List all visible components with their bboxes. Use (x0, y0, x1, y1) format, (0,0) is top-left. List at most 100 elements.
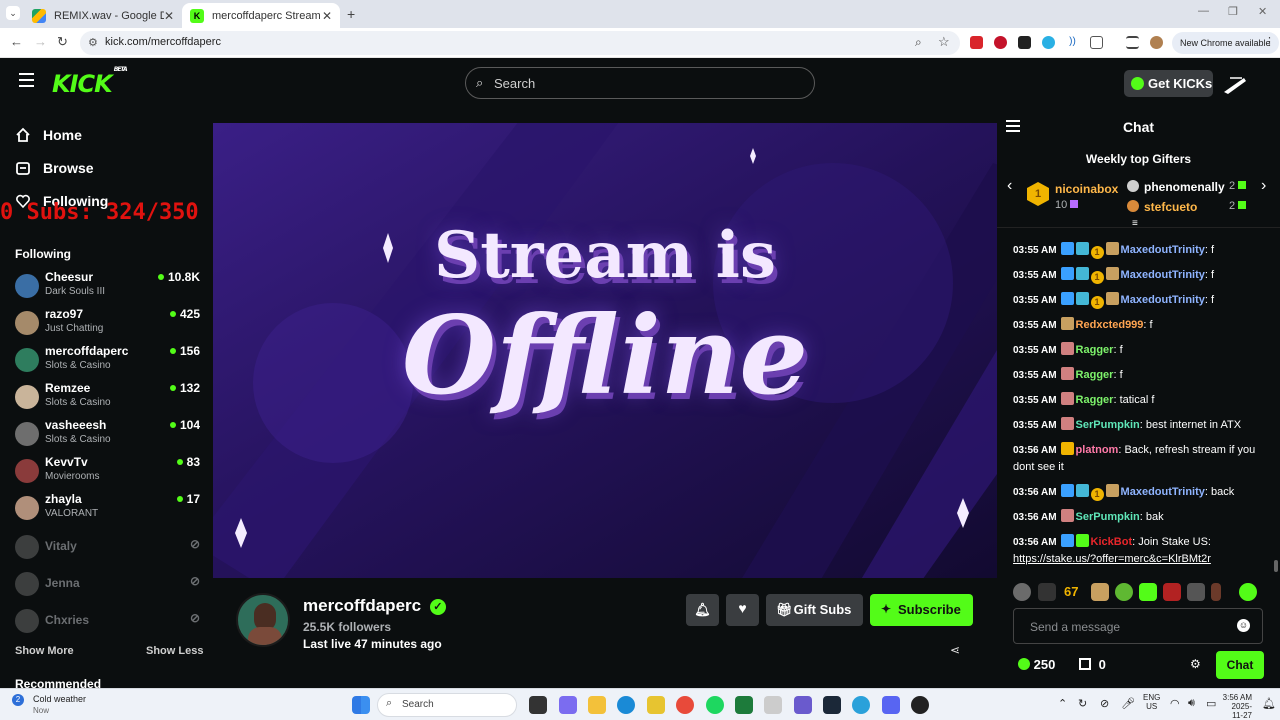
video-player[interactable]: Stream is Offline (213, 123, 997, 578)
extensions-puzzle-icon[interactable] (1090, 36, 1103, 49)
app-icon[interactable] (794, 696, 812, 714)
gifter-name[interactable]: stefcueto (1144, 200, 1197, 214)
discord-icon[interactable] (882, 696, 900, 714)
forward-icon[interactable]: → (34, 34, 47, 49)
taskbar-search[interactable]: ⌕ Search (377, 693, 517, 717)
show-less-button[interactable]: Show Less (146, 645, 203, 657)
tray-overflow-icon[interactable]: ⌃ (1058, 697, 1067, 710)
following-item[interactable]: KevvTv Movierooms 83 (15, 455, 200, 489)
bookmark-star-icon[interactable]: ☆ (938, 34, 950, 50)
reading-list-icon[interactable] (1126, 36, 1139, 49)
emote-icon[interactable] (1038, 583, 1056, 601)
send-chat-button[interactable]: Chat (1216, 651, 1264, 679)
tab-kick-stream[interactable]: K mercoffdaperc Stream - Watch ✕ (182, 3, 340, 28)
emote-icon[interactable] (1239, 583, 1257, 601)
battery-icon[interactable]: ▭ (1206, 697, 1216, 710)
follow-button[interactable]: ♥ (726, 594, 759, 626)
chevron-right-icon[interactable]: › (1261, 177, 1266, 195)
new-tab-icon[interactable]: + (347, 6, 355, 22)
chat-username[interactable]: KickBot (1091, 536, 1133, 548)
copilot-icon[interactable] (559, 696, 577, 714)
extension-icon[interactable] (1042, 36, 1055, 49)
emote-icon[interactable] (1211, 583, 1221, 601)
microphone-icon[interactable]: 🎤︎ (1121, 697, 1135, 710)
subscribe-button[interactable]: ✦ Subscribe (870, 594, 973, 626)
nav-home[interactable]: Home (15, 127, 82, 146)
extension-icon[interactable] (1018, 36, 1031, 49)
close-tab-icon[interactable]: ✕ (322, 9, 332, 23)
hamburger-menu-icon[interactable] (19, 73, 34, 87)
emote-icon[interactable] (1187, 583, 1205, 601)
store-button[interactable]: 0 (1079, 657, 1106, 672)
notifications-button[interactable]: 🔔︎ (686, 594, 719, 626)
search-input[interactable]: ⌕ Search (465, 67, 815, 99)
channel-points[interactable]: 250 (1018, 657, 1055, 672)
chrome-menu-icon[interactable]: ⋮ (1264, 35, 1275, 48)
emoji-picker-icon[interactable]: ☺ (1237, 619, 1250, 632)
volume-icon[interactable]: 🔊︎ (1188, 697, 1195, 710)
chat-username[interactable]: SerPumpkin (1076, 511, 1140, 523)
emote-icon[interactable] (1013, 583, 1031, 601)
emote-icon[interactable] (1139, 583, 1157, 601)
close-window-icon[interactable]: ✕ (1258, 5, 1267, 18)
chat-message-input[interactable]: Send a message ☺ (1013, 608, 1263, 644)
back-icon[interactable]: ← (10, 34, 23, 49)
following-item[interactable]: zhayla VALORANT 17 (15, 492, 200, 526)
chat-username[interactable]: Redxcted999 (1076, 319, 1144, 331)
site-info-icon[interactable]: ⚙ (88, 36, 98, 49)
weather-widget[interactable]: 2 (12, 694, 30, 712)
following-item[interactable]: Remzee Slots & Casino 132 (15, 381, 200, 415)
user-avatar[interactable] (1222, 72, 1248, 96)
following-item[interactable]: Vitaly ⊘ (15, 531, 200, 565)
extension-icon[interactable]: )) (1066, 36, 1079, 49)
language-indicator[interactable]: ENG US (1143, 693, 1160, 711)
chat-settings-gear-icon[interactable]: ⚙ (1190, 657, 1201, 671)
tab-google-drive[interactable]: REMIX.wav - Google Drive ✕ (24, 3, 182, 28)
tab-search-icon[interactable]: ⌄ (6, 6, 20, 20)
minimize-icon[interactable]: — (1198, 5, 1209, 17)
reload-icon[interactable]: ↻ (57, 34, 68, 50)
tray-icon[interactable]: ↻ (1078, 697, 1087, 710)
message-link[interactable]: https://stake.us/?offer=merc&c=KlrBMt2r (1013, 553, 1211, 565)
nav-browse[interactable]: Browse (15, 160, 94, 179)
app-icon[interactable] (911, 696, 929, 714)
chat-username[interactable]: MaxedoutTrinity (1121, 269, 1205, 281)
app-icon[interactable] (764, 696, 782, 714)
maximize-icon[interactable]: ❐ (1228, 5, 1238, 18)
address-bar[interactable]: ⚙ kick.com/mercoffdaperc ⌕ ☆ (80, 31, 960, 55)
notifications-bell-icon[interactable]: 🔔︎ (1262, 697, 1276, 710)
close-tab-icon[interactable]: ✕ (164, 9, 174, 23)
following-item[interactable]: Cheesur Dark Souls III 10.8K (15, 270, 200, 304)
chat-username[interactable]: Ragger (1076, 344, 1114, 356)
chat-username[interactable]: SerPumpkin (1076, 419, 1140, 431)
get-kicks-button[interactable]: Get KICKs (1124, 70, 1213, 97)
share-icon[interactable]: ⋖ (950, 643, 960, 657)
telegram-icon[interactable] (852, 696, 870, 714)
steam-icon[interactable] (823, 696, 841, 714)
chrome-icon[interactable] (676, 696, 694, 714)
chat-username[interactable]: MaxedoutTrinity (1121, 294, 1205, 306)
following-item[interactable]: razo97 Just Chatting 425 (15, 307, 200, 341)
emote-icon[interactable] (1115, 583, 1133, 601)
spotify-icon[interactable] (706, 696, 724, 714)
extension-icon[interactable] (994, 36, 1007, 49)
gift-subs-button[interactable]: 🎁︎ Gift Subs (766, 594, 863, 626)
chat-username[interactable]: MaxedoutTrinity (1121, 486, 1205, 498)
following-item[interactable]: Jenna ⊘ (15, 568, 200, 602)
channel-avatar[interactable] (236, 593, 290, 647)
tray-icon[interactable]: ⊘ (1100, 697, 1109, 710)
zoom-icon[interactable]: ⌕ (915, 35, 922, 50)
extension-icon[interactable] (970, 36, 983, 49)
new-chrome-available-button[interactable]: New Chrome available (1172, 32, 1279, 54)
chat-username[interactable]: platnom (1076, 444, 1119, 456)
task-view-icon[interactable] (529, 696, 547, 714)
following-item[interactable]: mercoffdaperc Slots & Casino 156 (15, 344, 200, 378)
following-item[interactable]: vasheeesh Slots & Casino 104 (15, 418, 200, 452)
channel-name[interactable]: mercoffdaperc ✓ (303, 596, 446, 616)
windows-start-icon[interactable] (352, 696, 370, 714)
emote-67[interactable]: 67 (1064, 584, 1078, 599)
top-gifter-name[interactable]: nicoinabox (1055, 182, 1118, 196)
profile-avatar[interactable] (1150, 36, 1163, 49)
show-more-button[interactable]: Show More (15, 645, 74, 657)
clock[interactable]: 3:56 AM 2025-11-27 (1222, 693, 1252, 720)
